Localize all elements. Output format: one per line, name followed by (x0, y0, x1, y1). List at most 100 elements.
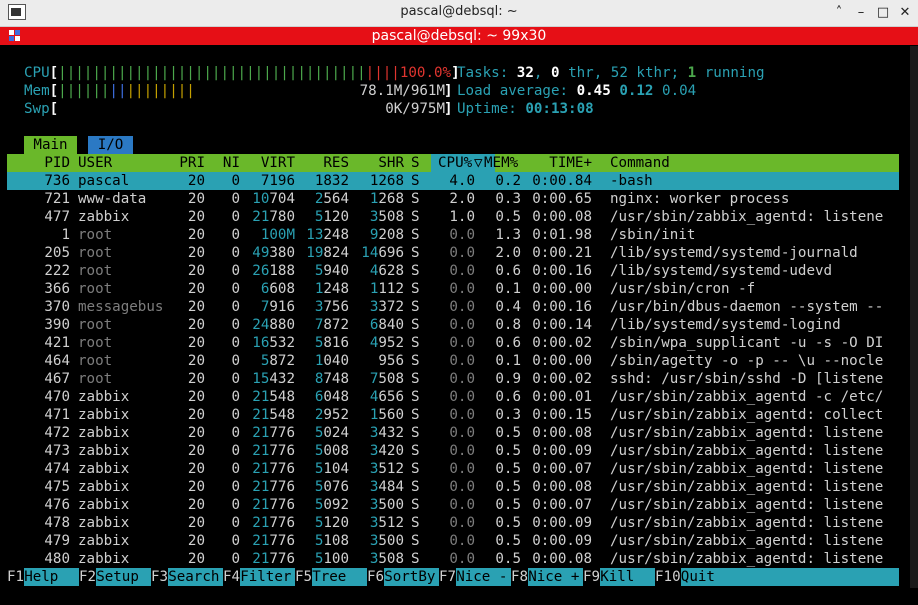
cell-cmd: /usr/sbin/cron -f (610, 281, 756, 297)
fkey-f7[interactable]: F7 (439, 568, 456, 586)
cell-mem: 0.6 (495, 389, 521, 405)
fkey-f6-label[interactable]: SortBy (384, 568, 439, 586)
minimize-button[interactable]: – (852, 4, 870, 22)
col-shr[interactable]: SHR (357, 154, 404, 172)
col-ni[interactable]: NI (210, 154, 240, 172)
cell-mem: 0.5 (495, 551, 521, 567)
load-1min: 0.45 (576, 83, 611, 99)
collapse-button[interactable]: ˄ (830, 4, 848, 22)
cell-ni: 0 (231, 425, 240, 441)
process-row[interactable]: 421 root 20 0 16532 5816 4952 S 0.0 0.6 0:00.02/sb… (7, 334, 899, 352)
fkey-f2[interactable]: F2 (79, 568, 96, 586)
col-pri[interactable]: PRI (167, 154, 205, 172)
process-row[interactable]: 1 root 20 0 100M 13248 9208 S 0.0 1.3 0:01.98/sbin… (7, 226, 899, 244)
col-mem[interactable]: MEM% (484, 154, 518, 172)
cell-ni: 0 (231, 497, 240, 513)
fkey-f9-label[interactable]: Kill (600, 568, 655, 586)
fkey-f5-label[interactable]: Tree (312, 568, 367, 586)
cell-pid: 480 (44, 551, 70, 567)
cell-user: root (78, 227, 113, 243)
fkey-f1[interactable]: F1 (7, 568, 24, 586)
fkey-f5[interactable]: F5 (295, 568, 312, 586)
cell-shr: 1268 (369, 191, 404, 207)
col-virt[interactable]: VIRT (247, 154, 295, 172)
process-row[interactable]: 474 zabbix 20 0 21776 5104 3512 S 0.0 0.5 0:00.07 /… (7, 460, 899, 478)
tab-io[interactable]: I/O (88, 136, 133, 154)
process-row[interactable]: 467 root 20 0 15432 8748 7508 S 0.0 0.9 0:00.02 ssh… (7, 370, 899, 388)
cell-res: 2564 (314, 191, 349, 207)
col-res[interactable]: RES (302, 154, 349, 172)
process-row[interactable]: 477 zabbix 20 0 21780 5120 3508 S 1.0 0.5 0:00.08 /… (7, 208, 899, 226)
cell-ni: 0 (231, 461, 240, 477)
cell-pid: 421 (44, 335, 70, 351)
tab-main[interactable]: Main (24, 136, 77, 154)
column-header[interactable]: PID USER PRI NI VIRT RES SHR S CPU% ▽ MEM… (7, 154, 899, 172)
cell-virt: 21776 (252, 425, 295, 441)
cell-user: root (78, 371, 113, 387)
fkey-f6[interactable]: F6 (367, 568, 384, 586)
cell-ni: 0 (231, 389, 240, 405)
fkey-f3-label[interactable]: Search (168, 568, 223, 586)
swp-meter: Swp[ (24, 101, 59, 117)
uptime-value: 00:13:08 (525, 101, 594, 117)
htop-screen[interactable]: CPU[||||||||||||||||||||||||||||||||||||… (7, 46, 899, 588)
col-pid[interactable]: PID (7, 154, 70, 172)
fkey-f7-label[interactable]: Nice - (456, 568, 511, 586)
fkey-f10-label[interactable]: Quit (680, 568, 899, 586)
process-row[interactable]: 480 zabbix 20 0 21776 5100 3508 S 0.0 0.5 0:00.08 /… (7, 550, 899, 568)
process-row[interactable]: 205 root 20 0 49380 19824 14696 S 0.0 2.0 0:00.21 /… (7, 244, 899, 262)
process-row[interactable]: 476 zabbix 20 0 21776 5092 3500 S 0.0 0.5 0:00.07 /… (7, 496, 899, 514)
cell-res: 1248 (314, 281, 349, 297)
process-row[interactable]: 366 root 20 0 6608 1248 1112 S 0.0 0.1 0:00.00/usr… (7, 280, 899, 298)
fkey-f8[interactable]: F8 (511, 568, 528, 586)
process-row[interactable]: 479 zabbix 20 0 21776 5108 3500 S 0.0 0.5 0:00.09 /… (7, 532, 899, 550)
fkey-f2-label[interactable]: Setup (96, 568, 151, 586)
fkey-f1-label[interactable]: Help (24, 568, 79, 586)
fkey-f4-label[interactable]: Filter (240, 568, 295, 586)
col-user[interactable]: USER (78, 154, 112, 172)
fkey-f3[interactable]: F3 (151, 568, 168, 586)
cell-ni: 0 (231, 371, 240, 387)
col-state[interactable]: S (411, 154, 420, 172)
cell-user: root (78, 335, 113, 351)
fkey-f8-label[interactable]: Nice + (528, 568, 583, 586)
cell-cmd: /usr/sbin/zabbix_agentd: listene (610, 425, 884, 441)
terminal-tab[interactable]: pascal@debsql: ~ 99x30 (0, 27, 918, 45)
process-row[interactable]: 370 messagebus 20 0 7916 3756 3372 S 0.0 0.4 0:00.… (7, 298, 899, 316)
process-row[interactable]: 222 root 20 0 26188 5940 4628 S 0.0 0.6 0:00.16/li… (7, 262, 899, 280)
tasks-summary: Tasks: 32, 0 thr, 52 kthr; 1 running (457, 65, 765, 81)
mem-bar-blue: || (109, 83, 127, 99)
cell-time: 0:00.16 (532, 299, 592, 315)
col-command[interactable]: Command (610, 154, 670, 172)
cell-virt: 7196 (260, 173, 295, 189)
col-time[interactable]: TIME+ (527, 154, 592, 172)
fkey-f9[interactable]: F9 (583, 568, 600, 586)
cell-cmd: /usr/sbin/zabbix_agentd: collect (610, 407, 884, 423)
process-row[interactable]: 721 www-data 20 0 10704 2564 1268 S 2.0 0.3 0:00.6… (7, 190, 899, 208)
mem-value: 78.1M/961M (359, 83, 445, 99)
close-button[interactable]: ✕ (896, 4, 914, 22)
process-row[interactable]: 478 zabbix 20 0 21776 5120 3512 S 0.0 0.5 0:00.09 /… (7, 514, 899, 532)
cell-res: 5104 (314, 461, 349, 477)
cell-s: S (411, 443, 420, 459)
cell-pri: 20 (187, 281, 205, 297)
process-row[interactable]: 390 root 20 0 24880 7872 6840 S 0.0 0.8 0:00.14/li… (7, 316, 899, 334)
process-row[interactable]: 471 zabbix 20 0 21548 2952 1560 S 0.0 0.3 0:00.15 /… (7, 406, 899, 424)
process-row[interactable]: 472 zabbix 20 0 21776 5024 3432 S 0.0 0.5 0:00.08 /… (7, 424, 899, 442)
process-row-selected[interactable]: 736 pascal 20 0 7196 1832 1268 S 4.0 0.2 0:00.84 -b… (7, 172, 899, 190)
cell-mem: 0.5 (495, 461, 521, 477)
cell-cpu: 0.0 (449, 497, 475, 513)
fkey-f10[interactable]: F10 (655, 568, 681, 586)
cell-s: S (411, 209, 420, 225)
fkey-f4[interactable]: F4 (223, 568, 240, 586)
process-row[interactable]: 464 root 20 0 5872 1040 956 S 0.0 0.1 0:00.00/sbin… (7, 352, 899, 370)
cell-virt: 21776 (252, 443, 295, 459)
cpu-value: 100.0% (399, 65, 452, 81)
process-row[interactable]: 473 zabbix 20 0 21776 5008 3420 S 0.0 0.5 0:00.09 /… (7, 442, 899, 460)
uptime: Uptime: 00:13:08 (457, 101, 594, 117)
maximize-button[interactable]: □ (874, 4, 892, 22)
scrollbar[interactable] (910, 46, 918, 588)
window-titlebar[interactable]: pascal@debsql: ~ ˄ – □ ✕ (0, 0, 918, 27)
process-row[interactable]: 470 zabbix 20 0 21548 6048 4656 S 0.0 0.6 0:00.01 /… (7, 388, 899, 406)
process-row[interactable]: 475 zabbix 20 0 21776 5076 3484 S 0.0 0.5 0:00.08 /… (7, 478, 899, 496)
